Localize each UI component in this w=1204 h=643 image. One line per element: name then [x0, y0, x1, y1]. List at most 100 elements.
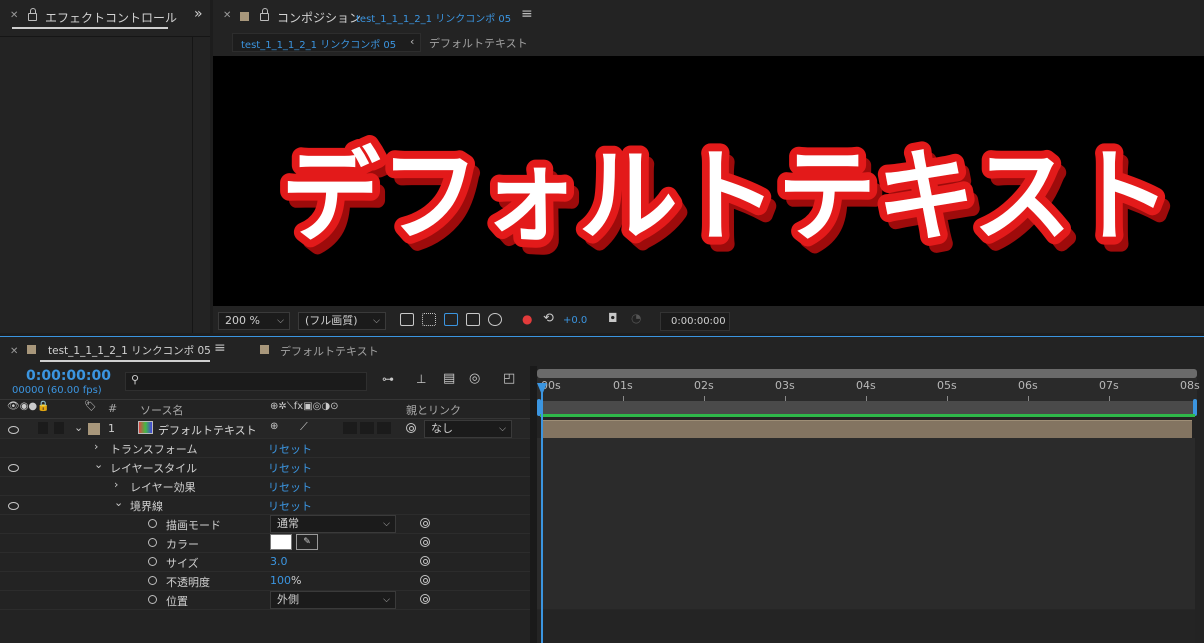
pick-whip-icon[interactable]	[420, 537, 430, 547]
eye-icon[interactable]	[8, 426, 19, 434]
column-source-name[interactable]: ソース名	[140, 402, 183, 418]
show-snapshot-icon[interactable]: ◔	[631, 311, 641, 325]
eye-icon[interactable]	[8, 502, 19, 510]
stopwatch-icon[interactable]	[148, 538, 157, 547]
layer-effect-label[interactable]: レイヤー効果	[130, 479, 196, 495]
layer-row[interactable]: ⌄ 1 デフォルトテキスト ⊕ ⟋ なし ⌵	[0, 419, 530, 439]
composition-mini-flowchart-icon[interactable]: ⊶	[382, 372, 394, 386]
grid-guide-icon[interactable]	[488, 313, 502, 326]
draft-3d-icon[interactable]: ⊥	[416, 372, 426, 386]
property-row[interactable]: 不透明度 100 %	[0, 571, 530, 591]
composition-viewer[interactable]: デフォルトテキスト デフォルトテキスト デフォルトテキスト	[213, 56, 1204, 306]
lock-box[interactable]	[54, 422, 64, 434]
size-value[interactable]: 3.0	[270, 555, 288, 568]
breadcrumb-item[interactable]: デフォルトテキスト	[429, 35, 528, 51]
playhead-line[interactable]	[541, 392, 543, 643]
switch-box[interactable]	[360, 422, 374, 434]
lock-icon[interactable]	[28, 8, 37, 21]
exposure-value[interactable]: +0.0	[563, 315, 587, 326]
switch-box[interactable]	[343, 422, 357, 434]
blend-mode-dropdown[interactable]: 通常 ⌵	[270, 515, 396, 533]
timeline-tab-active[interactable]: test_1_1_1_2_1 リンクコンポ 05	[48, 343, 211, 358]
chevron-down-icon[interactable]: ⌄	[114, 496, 123, 509]
breadcrumb-item[interactable]: test_1_1_1_2_1 リンクコンポ 05	[241, 36, 396, 51]
panel-menu-icon[interactable]: ≡	[521, 6, 533, 22]
chevron-right-icon[interactable]: ›	[114, 478, 118, 491]
layer-style-label[interactable]: レイヤースタイル	[110, 460, 197, 476]
resolution-dropdown[interactable]: (フル画質) ⌵	[298, 312, 386, 330]
channel-icon[interactable]: ●	[522, 312, 532, 326]
scrollbar[interactable]	[192, 37, 193, 333]
timeline-tab[interactable]: デフォルトテキスト	[280, 343, 379, 359]
eye-icon[interactable]	[8, 464, 19, 472]
composition-name[interactable]: test_1_1_1_2_1 リンクコンポ 05	[356, 10, 511, 25]
property-row[interactable]: サイズ 3.0	[0, 552, 530, 572]
property-row[interactable]: 位置 外側 ⌵	[0, 590, 530, 610]
search-input[interactable]: ⚲	[125, 372, 367, 391]
pick-whip-icon[interactable]	[420, 556, 430, 566]
exposure-reset-icon[interactable]: ⟲	[543, 311, 554, 326]
work-area-bar[interactable]	[539, 401, 1196, 415]
close-icon[interactable]: ✕	[10, 346, 18, 357]
position-dropdown[interactable]: 外側 ⌵	[270, 591, 396, 609]
stopwatch-icon[interactable]	[148, 595, 157, 604]
lock-icon[interactable]	[260, 8, 269, 21]
layer-duration-bar[interactable]	[541, 420, 1192, 438]
hide-shy-layers-icon[interactable]: ▤	[443, 371, 455, 386]
composition-tab-label[interactable]: コンポジション	[277, 9, 361, 26]
effect-controls-tab[interactable]: エフェクトコントロール	[45, 9, 177, 26]
transparency-grid-icon[interactable]	[422, 313, 436, 326]
chevron-right-icon[interactable]: ›	[94, 440, 98, 453]
property-row[interactable]: › トランスフォーム リセット	[0, 438, 530, 458]
chevron-down-icon[interactable]: ⌄	[74, 421, 83, 434]
color-swatch[interactable]	[270, 534, 292, 550]
reset-link[interactable]: リセット	[268, 460, 312, 476]
pick-whip-icon[interactable]	[406, 423, 416, 433]
column-parent-link[interactable]: 親とリンク	[406, 402, 461, 418]
pick-whip-icon[interactable]	[420, 518, 430, 528]
shy-switch-icon[interactable]: ⊕	[270, 421, 278, 432]
fast-preview-icon[interactable]	[400, 313, 414, 326]
reset-link[interactable]: リセット	[268, 441, 312, 457]
chevron-down-icon[interactable]: ⌄	[94, 458, 103, 471]
label-color-swatch	[260, 345, 269, 354]
zoom-dropdown[interactable]: 200 % ⌵	[218, 312, 290, 330]
transform-label[interactable]: トランスフォーム	[110, 441, 197, 457]
reset-link[interactable]: リセット	[268, 479, 312, 495]
property-row[interactable]: 描画モード 通常 ⌵	[0, 514, 530, 534]
timeline-splitter[interactable]	[530, 366, 537, 643]
collapse-switch-icon[interactable]: ⟋	[300, 420, 308, 434]
switch-box[interactable]	[377, 422, 391, 434]
parent-dropdown[interactable]: なし ⌵	[424, 420, 512, 438]
property-row[interactable]: ⌄ レイヤースタイル リセット	[0, 457, 530, 477]
pick-whip-icon[interactable]	[420, 575, 430, 585]
current-time-display[interactable]: 0:00:00:00	[26, 368, 111, 384]
close-icon[interactable]: ✕	[10, 10, 18, 21]
property-row[interactable]: › レイヤー効果 リセット	[0, 476, 530, 496]
stopwatch-icon[interactable]	[148, 576, 157, 585]
time-navigator[interactable]	[537, 369, 1197, 378]
eyedropper-icon[interactable]: ✎	[296, 534, 318, 550]
chevron-down-icon: ⌵	[373, 316, 380, 326]
expand-panels-icon[interactable]: »	[194, 6, 203, 22]
close-icon[interactable]: ✕	[223, 10, 231, 21]
viewer-timecode[interactable]: 0:00:00:00	[660, 312, 730, 331]
snapshot-icon[interactable]: ◘	[608, 311, 618, 325]
opacity-value[interactable]: 100	[270, 574, 291, 587]
layer-name[interactable]: デフォルトテキスト	[158, 422, 257, 438]
motion-blur-icon[interactable]: ◰	[503, 371, 515, 386]
frame-blending-icon[interactable]: ◎	[469, 371, 480, 386]
stopwatch-icon[interactable]	[148, 557, 157, 566]
layer-label-swatch[interactable]	[88, 423, 100, 435]
reset-link[interactable]: リセット	[268, 498, 312, 514]
solo-box[interactable]	[38, 422, 48, 434]
mask-path-icon[interactable]	[444, 313, 458, 326]
stroke-label[interactable]: 境界線	[130, 498, 163, 514]
pick-whip-icon[interactable]	[420, 594, 430, 604]
property-row[interactable]: カラー ✎	[0, 533, 530, 553]
breadcrumb-active[interactable]: test_1_1_1_2_1 リンクコンポ 05 ‹	[232, 33, 421, 52]
property-row[interactable]: ⌄ 境界線 リセット	[0, 495, 530, 515]
panel-menu-icon[interactable]: ≡	[214, 340, 226, 356]
stopwatch-icon[interactable]	[148, 519, 157, 528]
region-of-interest-icon[interactable]	[466, 313, 480, 326]
